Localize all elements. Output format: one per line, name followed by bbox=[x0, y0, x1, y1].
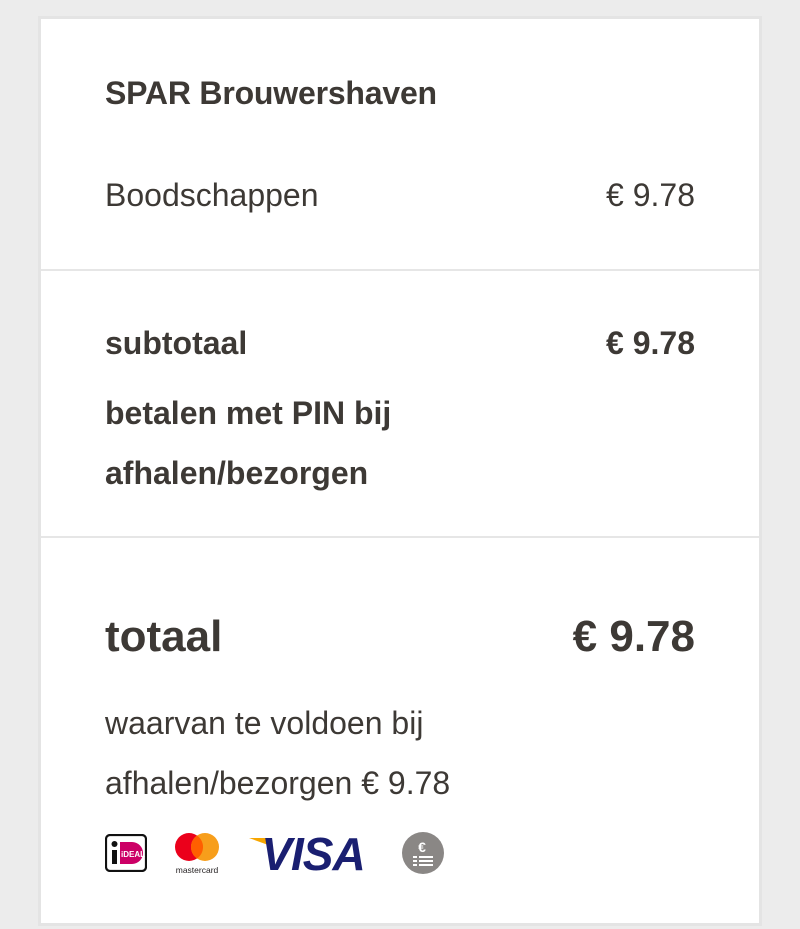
total-value: € 9.78 bbox=[572, 612, 695, 661]
store-name: SPAR Brouwershaven bbox=[105, 75, 437, 111]
mastercard-icon: mastercard bbox=[175, 833, 219, 875]
svg-text:mastercard: mastercard bbox=[176, 865, 219, 875]
ideal-icon: iDEAL bbox=[105, 834, 147, 872]
order-summary-card: SPAR Brouwershaven Boodschappen € 9.78 s… bbox=[38, 16, 762, 926]
payment-note: betalen met PIN bij afhalen/bezorgen bbox=[105, 395, 392, 491]
svg-text:iDEAL: iDEAL bbox=[121, 850, 145, 859]
subtotal-value: € 9.78 bbox=[606, 325, 695, 361]
item-price: € 9.78 bbox=[606, 177, 695, 213]
store-section: SPAR Brouwershaven Boodschappen € 9.78 bbox=[41, 19, 759, 271]
subtotal-label: subtotaal bbox=[105, 325, 248, 361]
visa-icon: VISA bbox=[249, 828, 366, 878]
item-label: Boodschappen bbox=[105, 177, 319, 213]
payment-methods: iDEAL mastercard VISA € bbox=[105, 828, 445, 878]
subtotal-section: subtotaal € 9.78 betalen met PIN bij afh… bbox=[41, 271, 759, 538]
remaining-note: waarvan te voldoen bij afhalen/bezorgen … bbox=[105, 705, 451, 801]
total-label: totaal bbox=[105, 612, 223, 661]
total-section: totaal € 9.78 waarvan te voldoen bij afh… bbox=[41, 538, 759, 929]
svg-text:€: € bbox=[418, 839, 426, 855]
cash-receipt-icon: € bbox=[402, 832, 444, 874]
svg-text:VISA: VISA bbox=[261, 828, 364, 878]
